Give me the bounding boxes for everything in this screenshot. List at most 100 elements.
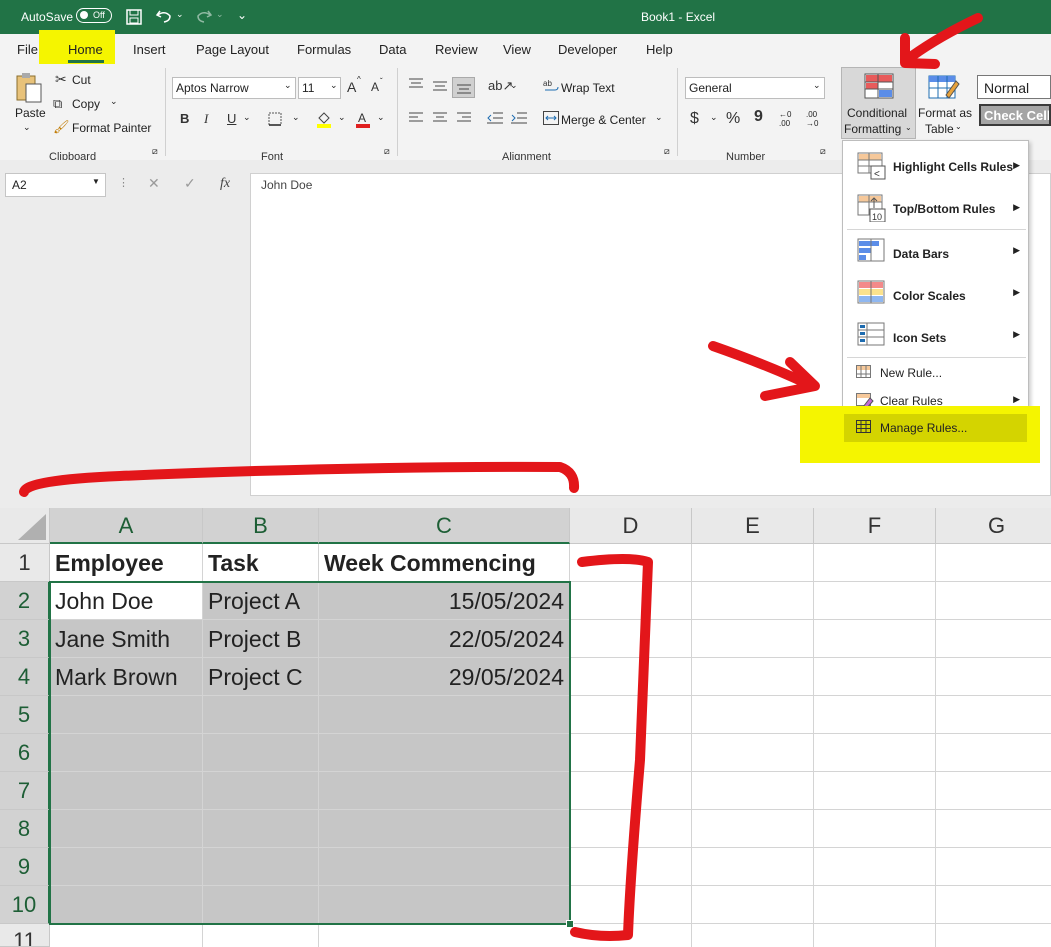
cell-b10[interactable] — [203, 886, 319, 924]
cell-a2[interactable]: John Doe — [50, 582, 203, 620]
menu-item-highlight-cells-rules[interactable]: < Highlight Cells Rules ▶ — [843, 149, 1028, 185]
cancel-entry-icon[interactable]: ✕ — [148, 175, 160, 192]
cell-b7[interactable] — [203, 772, 319, 810]
increase-decimal-icon[interactable]: ←0.00 — [779, 110, 791, 128]
redo-icon[interactable] — [195, 8, 213, 24]
fill-color-dropdown-icon[interactable]: ⌄ — [338, 112, 346, 123]
cell-a9[interactable] — [50, 848, 203, 886]
cell-c8[interactable] — [319, 810, 570, 848]
undo-dropdown-icon[interactable]: ⌄ — [176, 9, 184, 20]
column-header-b[interactable]: B — [203, 508, 319, 544]
format-as-table-icon[interactable] — [928, 73, 960, 103]
tab-help[interactable]: Help — [646, 42, 673, 57]
format-painter-button[interactable]: Format Painter — [72, 121, 151, 135]
cell-a3[interactable]: Jane Smith — [50, 620, 203, 658]
menu-item-manage-rules[interactable]: Manage Rules... — [844, 414, 1027, 442]
format-as-table-label-1[interactable]: Format as — [918, 106, 972, 120]
cell-a7[interactable] — [50, 772, 203, 810]
font-size-select[interactable]: 11 ⌄ — [298, 77, 341, 99]
paste-dropdown-icon[interactable]: ⌄ — [23, 122, 31, 133]
cell-c4[interactable]: 29/05/2024 — [319, 658, 570, 696]
copy-icon[interactable]: ⧉ — [53, 96, 62, 112]
increase-indent-icon[interactable] — [511, 111, 527, 125]
name-box[interactable]: A2 ▼ — [5, 173, 106, 197]
cell-b8[interactable] — [203, 810, 319, 848]
undo-icon[interactable] — [155, 8, 173, 24]
currency-icon[interactable]: $ — [690, 110, 699, 128]
select-all-button[interactable] — [0, 508, 50, 544]
cell-a5[interactable] — [50, 696, 203, 734]
align-center-icon[interactable] — [433, 112, 447, 124]
cell-c2[interactable]: 15/05/2024 — [319, 582, 570, 620]
tab-review[interactable]: Review — [435, 42, 478, 57]
underline-button[interactable]: U — [227, 111, 236, 126]
percent-icon[interactable]: % — [726, 110, 740, 128]
cell-a4[interactable]: Mark Brown — [50, 658, 203, 696]
row-header-6[interactable]: 6 — [0, 734, 50, 772]
insert-function-icon[interactable]: fx — [220, 176, 230, 192]
cell-b9[interactable] — [203, 848, 319, 886]
merge-center-icon[interactable] — [543, 111, 559, 125]
row-header-3[interactable]: 3 — [0, 620, 50, 658]
tab-page-layout[interactable]: Page Layout — [196, 42, 269, 57]
row-header-7[interactable]: 7 — [0, 772, 50, 810]
shrink-font-icon[interactable]: A — [371, 80, 379, 94]
decrease-indent-icon[interactable] — [487, 111, 503, 125]
wrap-text-icon[interactable]: ab — [543, 78, 559, 94]
cell-c7[interactable] — [319, 772, 570, 810]
comma-style-icon[interactable]: 9 — [754, 108, 763, 126]
number-launcher-icon[interactable]: ⧄ — [820, 146, 826, 157]
cell-c1[interactable]: Week Commencing — [319, 544, 570, 582]
cell-c5[interactable] — [319, 696, 570, 734]
column-header-d[interactable]: D — [570, 508, 692, 544]
align-middle-icon[interactable] — [433, 80, 447, 92]
align-right-icon[interactable] — [457, 112, 471, 124]
paste-icon[interactable] — [15, 72, 43, 104]
font-color-dropdown-icon[interactable]: ⌄ — [377, 112, 385, 123]
row-header-5[interactable]: 5 — [0, 696, 50, 734]
italic-button[interactable]: I — [204, 111, 208, 127]
redo-dropdown-icon[interactable]: ⌄ — [216, 9, 224, 20]
row-header-9[interactable]: 9 — [0, 848, 50, 886]
cell-c3[interactable]: 22/05/2024 — [319, 620, 570, 658]
font-name-select[interactable]: Aptos Narrow ⌄ — [172, 77, 296, 99]
cut-button[interactable]: Cut — [72, 73, 91, 87]
menu-item-color-scales[interactable]: Color Scales ▶ — [843, 277, 1028, 313]
tab-formulas[interactable]: Formulas — [297, 42, 351, 57]
column-header-e[interactable]: E — [692, 508, 814, 544]
row-header-11[interactable]: 11 — [0, 924, 50, 947]
tab-developer[interactable]: Developer — [558, 42, 617, 57]
number-format-select[interactable]: General ⌄ — [685, 77, 825, 99]
save-icon[interactable] — [126, 9, 142, 25]
confirm-entry-icon[interactable]: ✓ — [184, 175, 196, 192]
cell-c10[interactable] — [319, 886, 570, 924]
column-header-c[interactable]: C — [319, 508, 570, 544]
merge-center-button[interactable]: Merge & Center — [561, 113, 646, 127]
clipboard-launcher-icon[interactable]: ⧄ — [152, 146, 158, 157]
menu-item-icon-sets[interactable]: Icon Sets ▶ — [843, 319, 1028, 355]
tab-file[interactable]: File — [17, 42, 38, 57]
cell-b2[interactable]: Project A — [203, 582, 319, 620]
cell-a8[interactable] — [50, 810, 203, 848]
cell-c6[interactable] — [319, 734, 570, 772]
column-header-a[interactable]: A — [50, 508, 203, 544]
align-top-icon[interactable] — [409, 78, 423, 90]
row-header-2[interactable]: 2 — [0, 582, 50, 620]
tab-view[interactable]: View — [503, 42, 531, 57]
fill-handle[interactable] — [566, 920, 574, 928]
font-color-icon[interactable]: A — [354, 110, 372, 128]
menu-item-data-bars[interactable]: Data Bars ▶ — [843, 235, 1028, 271]
copy-button[interactable]: Copy — [72, 97, 100, 111]
bold-button[interactable]: B — [180, 111, 189, 126]
menu-item-top-bottom-rules[interactable]: 10 Top/Bottom Rules ▶ — [843, 191, 1028, 227]
copy-dropdown-icon[interactable]: ⌄ — [110, 96, 118, 107]
merge-dropdown-icon[interactable]: ⌄ — [655, 112, 663, 123]
alignment-launcher-icon[interactable]: ⧄ — [664, 146, 670, 157]
font-launcher-icon[interactable]: ⧄ — [384, 146, 390, 157]
align-bottom-button[interactable] — [452, 77, 475, 98]
cell-b5[interactable] — [203, 696, 319, 734]
style-check-cell[interactable]: Check Cell — [979, 104, 1051, 126]
row-header-8[interactable]: 8 — [0, 810, 50, 848]
tab-insert[interactable]: Insert — [133, 42, 166, 57]
cell-b3[interactable]: Project B — [203, 620, 319, 658]
